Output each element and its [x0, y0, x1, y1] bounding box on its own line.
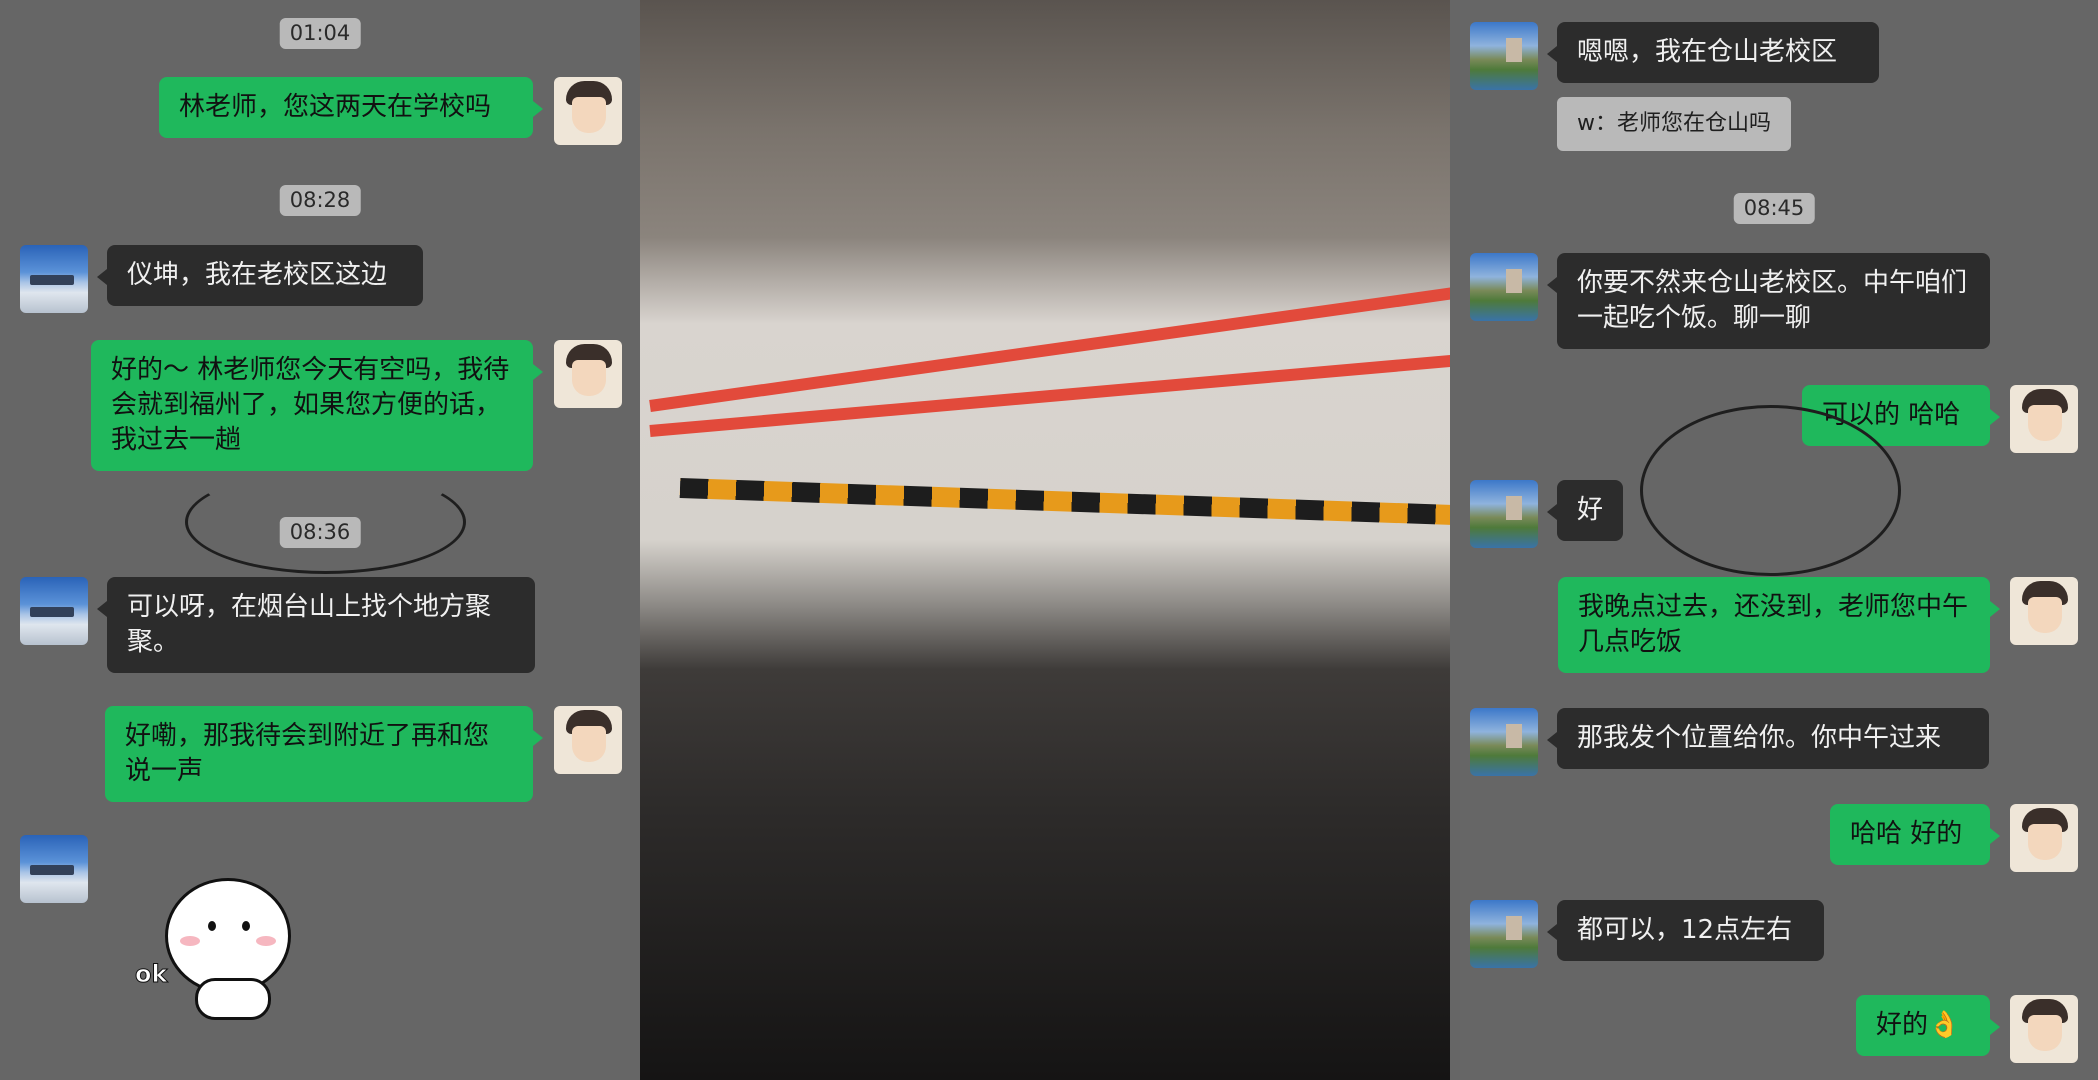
tunnel-red-stripe [649, 353, 1450, 437]
left-chat-screenshot: 01:04 林老师，您这两天在学校吗 08:28 仪坤，我在老校区这边 好的～ … [0, 0, 640, 1080]
avatar-teacher[interactable] [20, 835, 88, 903]
avatar-teacher[interactable] [1470, 253, 1538, 321]
avatar-me[interactable] [2010, 995, 2078, 1063]
sticker-cheek [180, 936, 200, 946]
sticker-head [165, 878, 291, 994]
avatar-me[interactable] [554, 77, 622, 145]
right-chat-screenshot: 嗯嗯，我在仓山老校区 w：老师您在仓山吗 08:45 你要不然来仓山老校区。中午… [1450, 0, 2098, 1080]
sticker-eye [208, 921, 216, 931]
timestamp: 08:36 [279, 517, 361, 548]
avatar-me[interactable] [2010, 385, 2078, 453]
car-window-photo [640, 0, 1450, 1080]
avatar-me[interactable] [554, 706, 622, 774]
avatar-teacher[interactable] [20, 577, 88, 645]
outgoing-message[interactable]: 好嘞，那我待会到附近了再和您说一声 [105, 706, 543, 802]
outgoing-message[interactable]: 好的～ 林老师您今天有空吗，我待会就到福州了，如果您方便的话，我过去一趟 [91, 340, 543, 471]
timestamp: 08:28 [279, 185, 361, 216]
outgoing-message[interactable]: 好的👌 [1856, 995, 2000, 1056]
ok-sticker[interactable]: ok [134, 878, 315, 1028]
scribble-doodle [1640, 405, 1901, 576]
incoming-message[interactable]: 可以呀，在烟台山上找个地方聚聚。 [97, 577, 535, 673]
sticker-ok-text: ok [134, 960, 168, 989]
outgoing-message[interactable]: 林老师，您这两天在学校吗 [159, 77, 543, 138]
timestamp: 01:04 [279, 18, 361, 49]
incoming-message[interactable]: 嗯嗯，我在仓山老校区 [1547, 22, 1879, 83]
avatar-me[interactable] [2010, 804, 2078, 872]
outgoing-message[interactable]: 哈哈 好的 [1830, 804, 2000, 865]
avatar-teacher[interactable] [1470, 900, 1538, 968]
sticker-cheek [256, 936, 276, 946]
avatar-teacher[interactable] [1470, 480, 1538, 548]
avatar-teacher[interactable] [20, 245, 88, 313]
avatar-me[interactable] [2010, 577, 2078, 645]
incoming-message[interactable]: 仪坤，我在老校区这边 [97, 245, 423, 306]
incoming-message[interactable]: 那我发个位置给你。你中午过来 [1547, 708, 1989, 769]
outgoing-message[interactable]: 我晚点过去，还没到，老师您中午几点吃饭 [1558, 577, 2000, 673]
quoted-reply[interactable]: w：老师您在仓山吗 [1557, 97, 1791, 151]
timestamp: 08:45 [1733, 193, 1815, 224]
avatar-me[interactable] [554, 340, 622, 408]
sticker-eye [242, 921, 250, 931]
incoming-message[interactable]: 好 [1546, 480, 1624, 541]
sticker-body [195, 978, 271, 1020]
avatar-teacher[interactable] [1470, 22, 1538, 90]
incoming-message[interactable]: 你要不然来仓山老校区。中午咱们一起吃个饭。聊一聊 [1547, 253, 1990, 349]
avatar-teacher[interactable] [1470, 708, 1538, 776]
incoming-message[interactable]: 都可以，12点左右 [1547, 900, 1824, 961]
tunnel-hazard-band [679, 478, 1450, 526]
